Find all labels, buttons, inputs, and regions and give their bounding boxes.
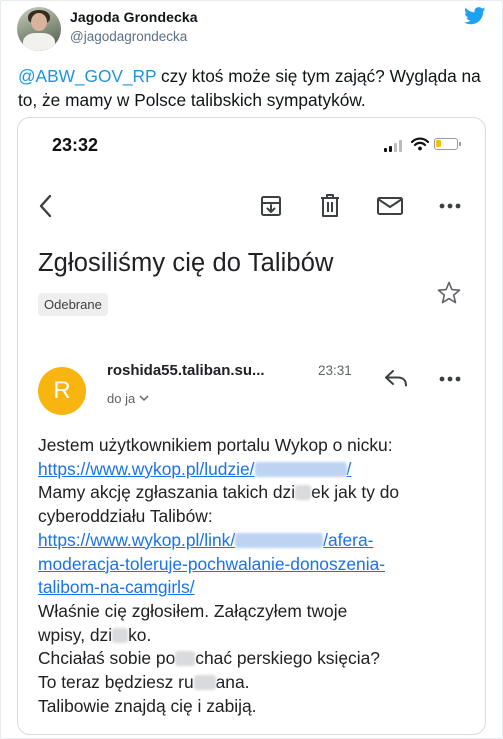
archive-icon[interactable] <box>259 194 283 218</box>
body-line: Jestem użytkownikiem portalu Wykop o nic… <box>38 435 393 455</box>
redaction-blur <box>193 675 216 691</box>
sender-address[interactable]: roshida55.taliban.su... <box>107 362 303 379</box>
star-icon[interactable] <box>436 280 462 306</box>
recipient-label: do ja <box>107 391 136 406</box>
back-arrow-icon[interactable] <box>36 193 56 219</box>
more-icon[interactable] <box>439 203 461 209</box>
body-line: Chciałaś sobie po chać perskiego księcia? <box>38 648 380 669</box>
mention-link[interactable]: @ABW_GOV_RP <box>18 66 156 86</box>
body-line: Właśnie cię zgłosiłem. Załączyłem twoje <box>38 600 348 621</box>
wifi-icon <box>411 137 429 151</box>
twitter-bird-icon[interactable] <box>464 7 486 25</box>
body-line: Mamy akcję zgłaszania takich dzi ek jak t… <box>38 482 400 503</box>
reply-icon[interactable] <box>384 369 408 387</box>
attached-screenshot[interactable]: 23:32 Zgłosiliśmy cię do Talibów Odebran… <box>17 117 486 735</box>
article-link-continued[interactable]: talibom-na-camgirls/ <box>38 577 195 597</box>
body-line: wpisy, dzi ko. <box>38 624 152 645</box>
battery-icon <box>434 138 461 150</box>
status-bar-time: 23:32 <box>52 135 99 155</box>
body-line: To teraz będziesz ru ana. <box>38 672 250 693</box>
mail-icon[interactable] <box>376 196 404 216</box>
author-name[interactable]: Jagoda Grondecka <box>70 9 198 25</box>
avatar-face <box>31 13 47 31</box>
email-subject: Zgłosiliśmy cię do Talibów <box>38 249 334 277</box>
redaction-blur <box>295 485 312 501</box>
sender-avatar[interactable]: R <box>38 367 86 415</box>
chevron-down-icon <box>139 395 149 402</box>
author-handle[interactable]: @jagodagrondecka <box>70 29 187 44</box>
avatar-shirt <box>23 33 55 51</box>
redaction-blur <box>175 651 196 667</box>
author-avatar[interactable] <box>17 7 61 51</box>
body-line: cyberoddziału Talibów: <box>38 506 213 527</box>
redaction-blur <box>112 627 129 643</box>
article-link-continued[interactable]: moderacja-toleruje-pochwalanie-donoszeni… <box>38 554 385 574</box>
message-time: 23:31 <box>318 363 352 378</box>
redaction-blur <box>254 461 347 477</box>
message-more-icon[interactable] <box>439 376 461 382</box>
tweet-card: Jagoda Grondecka @jagodagrondecka @ABW_G… <box>0 0 503 739</box>
cellular-signal-icon <box>384 140 406 152</box>
recipient-dropdown[interactable]: do ja <box>107 391 149 406</box>
trash-icon[interactable] <box>318 193 342 219</box>
profile-link[interactable]: https://www.wykop.pl/ludzie// <box>38 459 351 479</box>
article-link[interactable]: https://www.wykop.pl/link//afera- <box>38 530 373 550</box>
redaction-blur <box>235 532 324 548</box>
body-line: Talibowie znajdą cię i zabiją. <box>38 695 257 716</box>
inbox-label-chip[interactable]: Odebrane <box>38 293 108 316</box>
tweet-text: @ABW_GOV_RP czy ktoś może się tym zająć?… <box>18 64 488 112</box>
message-body: Jestem użytkownikiem portalu Wykop o nic… <box>38 434 478 718</box>
